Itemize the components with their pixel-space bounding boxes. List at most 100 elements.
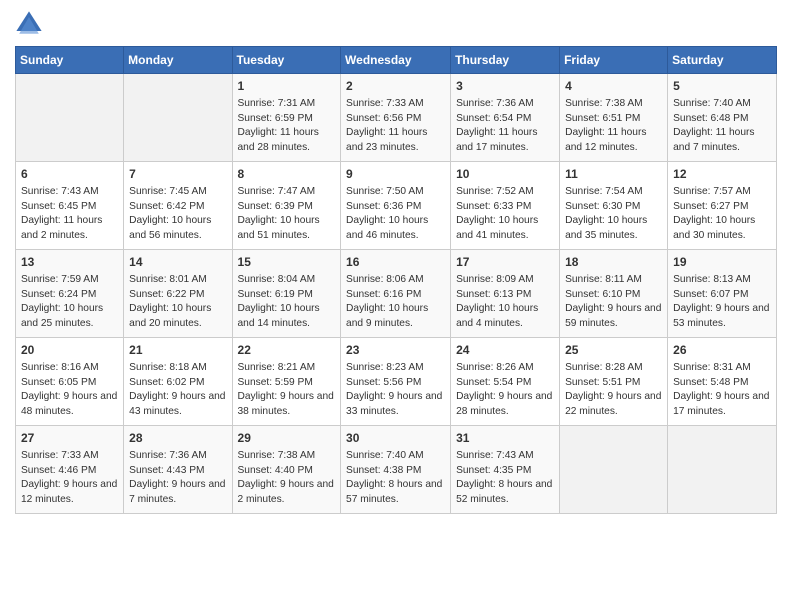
- day-number: 31: [456, 430, 554, 447]
- calendar-cell: 10Sunrise: 7:52 AM Sunset: 6:33 PM Dayli…: [451, 162, 560, 250]
- calendar-cell: 7 Sunrise: 7:45 AM Sunset: 6:42 PM Daylig…: [124, 162, 232, 250]
- day-info: Sunrise: 7:36 AM Sunset: 6:54 PM Dayligh…: [456, 97, 554, 156]
- day-number: 25: [565, 342, 662, 359]
- calendar-cell: 26 Sunrise: 8:31 AM Sunset: 5:48 PM Dayli…: [668, 338, 777, 426]
- calendar-cell: [668, 426, 777, 514]
- day-info: Sunrise: 7:43 AM Sunset: 6:45 PM Dayligh…: [21, 185, 118, 244]
- day-number: 7: [129, 166, 226, 183]
- day-info: Sunrise: 7:40 AM Sunset: 4:38 PM Dayligh…: [346, 449, 445, 508]
- day-info: Sunrise: 8:16 AM Sunset: 6:05 PM Dayligh…: [21, 361, 118, 420]
- day-number: 11: [565, 166, 662, 183]
- day-number: 1: [238, 78, 336, 95]
- calendar-cell: [16, 74, 124, 162]
- weekday-header-row: SundayMondayTuesdayWednesdayThursdayFrid…: [16, 47, 777, 74]
- calendar-cell: 4 Sunrise: 7:38 AM Sunset: 6:51 PM Daylig…: [560, 74, 668, 162]
- day-number: 12: [673, 166, 771, 183]
- day-info: Sunrise: 8:01 AM Sunset: 6:22 PM Dayligh…: [129, 273, 226, 332]
- day-info: Sunrise: 7:54 AM Sunset: 6:30 PM Dayligh…: [565, 185, 662, 244]
- day-info: Sunrise: 8:21 AM Sunset: 5:59 PM Dayligh…: [238, 361, 336, 420]
- day-info: Sunrise: 8:06 AM Sunset: 6:16 PM Dayligh…: [346, 273, 445, 332]
- day-info: Sunrise: 7:40 AM Sunset: 6:48 PM Dayligh…: [673, 97, 771, 156]
- day-info: Sunrise: 8:09 AM Sunset: 6:13 PM Dayligh…: [456, 273, 554, 332]
- day-number: 29: [238, 430, 336, 447]
- calendar-cell: 2 Sunrise: 7:33 AM Sunset: 6:56 PM Daylig…: [341, 74, 451, 162]
- calendar-cell: 1 Sunrise: 7:31 AM Sunset: 6:59 PM Daylig…: [232, 74, 341, 162]
- day-number: 26: [673, 342, 771, 359]
- day-number: 21: [129, 342, 226, 359]
- day-number: 27: [21, 430, 118, 447]
- calendar-cell: 14 Sunrise: 8:01 AM Sunset: 6:22 PM Dayli…: [124, 250, 232, 338]
- calendar-cell: 28 Sunrise: 7:36 AM Sunset: 4:43 PM Dayli…: [124, 426, 232, 514]
- day-number: 20: [21, 342, 118, 359]
- day-info: Sunrise: 8:04 AM Sunset: 6:19 PM Dayligh…: [238, 273, 336, 332]
- calendar-cell: 3 Sunrise: 7:36 AM Sunset: 6:54 PM Daylig…: [451, 74, 560, 162]
- calendar-cell: 9 Sunrise: 7:50 AM Sunset: 6:36 PM Daylig…: [341, 162, 451, 250]
- calendar-week-row: 1 Sunrise: 7:31 AM Sunset: 6:59 PM Daylig…: [16, 74, 777, 162]
- calendar-cell: 13Sunrise: 7:59 AM Sunset: 6:24 PM Dayli…: [16, 250, 124, 338]
- calendar-cell: 20 Sunrise: 8:16 AM Sunset: 6:05 PM Dayli…: [16, 338, 124, 426]
- calendar-cell: 15 Sunrise: 8:04 AM Sunset: 6:19 PM Dayli…: [232, 250, 341, 338]
- day-info: Sunrise: 8:31 AM Sunset: 5:48 PM Dayligh…: [673, 361, 771, 420]
- day-info: Sunrise: 8:13 AM Sunset: 6:07 PM Dayligh…: [673, 273, 771, 332]
- day-info: Sunrise: 7:36 AM Sunset: 4:43 PM Dayligh…: [129, 449, 226, 508]
- calendar-cell: 6 Sunrise: 7:43 AM Sunset: 6:45 PM Daylig…: [16, 162, 124, 250]
- calendar-cell: [124, 74, 232, 162]
- day-number: 4: [565, 78, 662, 95]
- calendar-cell: 5Sunrise: 7:40 AM Sunset: 6:48 PM Daylig…: [668, 74, 777, 162]
- day-number: 17: [456, 254, 554, 271]
- day-info: Sunrise: 8:23 AM Sunset: 5:56 PM Dayligh…: [346, 361, 445, 420]
- day-info: Sunrise: 7:47 AM Sunset: 6:39 PM Dayligh…: [238, 185, 336, 244]
- calendar-table: SundayMondayTuesdayWednesdayThursdayFrid…: [15, 46, 777, 514]
- day-info: Sunrise: 7:33 AM Sunset: 4:46 PM Dayligh…: [21, 449, 118, 508]
- day-number: 2: [346, 78, 445, 95]
- day-info: Sunrise: 7:43 AM Sunset: 4:35 PM Dayligh…: [456, 449, 554, 508]
- day-info: Sunrise: 7:45 AM Sunset: 6:42 PM Dayligh…: [129, 185, 226, 244]
- calendar-cell: 17 Sunrise: 8:09 AM Sunset: 6:13 PM Dayli…: [451, 250, 560, 338]
- day-info: Sunrise: 7:59 AM Sunset: 6:24 PM Dayligh…: [21, 273, 118, 332]
- day-number: 28: [129, 430, 226, 447]
- day-number: 10: [456, 166, 554, 183]
- calendar-cell: 16 Sunrise: 8:06 AM Sunset: 6:16 PM Dayli…: [341, 250, 451, 338]
- day-number: 9: [346, 166, 445, 183]
- calendar-week-row: 27 Sunrise: 7:33 AM Sunset: 4:46 PM Dayli…: [16, 426, 777, 514]
- calendar-cell: 21 Sunrise: 8:18 AM Sunset: 6:02 PM Dayli…: [124, 338, 232, 426]
- day-info: Sunrise: 7:33 AM Sunset: 6:56 PM Dayligh…: [346, 97, 445, 156]
- weekday-header-thursday: Thursday: [451, 47, 560, 74]
- calendar-cell: 24Sunrise: 8:26 AM Sunset: 5:54 PM Dayli…: [451, 338, 560, 426]
- page-header: [15, 10, 777, 38]
- calendar-cell: 23 Sunrise: 8:23 AM Sunset: 5:56 PM Dayli…: [341, 338, 451, 426]
- calendar-week-row: 6 Sunrise: 7:43 AM Sunset: 6:45 PM Daylig…: [16, 162, 777, 250]
- weekday-header-wednesday: Wednesday: [341, 47, 451, 74]
- calendar-cell: 22Sunrise: 8:21 AM Sunset: 5:59 PM Dayli…: [232, 338, 341, 426]
- day-info: Sunrise: 7:50 AM Sunset: 6:36 PM Dayligh…: [346, 185, 445, 244]
- calendar-cell: 29 Sunrise: 7:38 AM Sunset: 4:40 PM Dayli…: [232, 426, 341, 514]
- day-number: 24: [456, 342, 554, 359]
- day-number: 3: [456, 78, 554, 95]
- weekday-header-tuesday: Tuesday: [232, 47, 341, 74]
- day-number: 30: [346, 430, 445, 447]
- calendar-cell: 8 Sunrise: 7:47 AM Sunset: 6:39 PM Daylig…: [232, 162, 341, 250]
- day-number: 15: [238, 254, 336, 271]
- calendar-cell: 19 Sunrise: 8:13 AM Sunset: 6:07 PM Dayli…: [668, 250, 777, 338]
- logo: [15, 10, 47, 38]
- logo-icon: [15, 10, 43, 38]
- day-info: Sunrise: 7:38 AM Sunset: 4:40 PM Dayligh…: [238, 449, 336, 508]
- day-number: 23: [346, 342, 445, 359]
- calendar-cell: 25 Sunrise: 8:28 AM Sunset: 5:51 PM Dayli…: [560, 338, 668, 426]
- day-number: 16: [346, 254, 445, 271]
- day-info: Sunrise: 8:11 AM Sunset: 6:10 PM Dayligh…: [565, 273, 662, 332]
- day-info: Sunrise: 7:38 AM Sunset: 6:51 PM Dayligh…: [565, 97, 662, 156]
- calendar-cell: 30 Sunrise: 7:40 AM Sunset: 4:38 PM Dayli…: [341, 426, 451, 514]
- day-number: 14: [129, 254, 226, 271]
- day-info: Sunrise: 8:28 AM Sunset: 5:51 PM Dayligh…: [565, 361, 662, 420]
- calendar-cell: 11 Sunrise: 7:54 AM Sunset: 6:30 PM Dayli…: [560, 162, 668, 250]
- day-number: 19: [673, 254, 771, 271]
- day-number: 6: [21, 166, 118, 183]
- day-number: 8: [238, 166, 336, 183]
- day-info: Sunrise: 7:31 AM Sunset: 6:59 PM Dayligh…: [238, 97, 336, 156]
- calendar-week-row: 13Sunrise: 7:59 AM Sunset: 6:24 PM Dayli…: [16, 250, 777, 338]
- day-number: 18: [565, 254, 662, 271]
- calendar-cell: 27 Sunrise: 7:33 AM Sunset: 4:46 PM Dayli…: [16, 426, 124, 514]
- calendar-cell: [560, 426, 668, 514]
- day-info: Sunrise: 8:18 AM Sunset: 6:02 PM Dayligh…: [129, 361, 226, 420]
